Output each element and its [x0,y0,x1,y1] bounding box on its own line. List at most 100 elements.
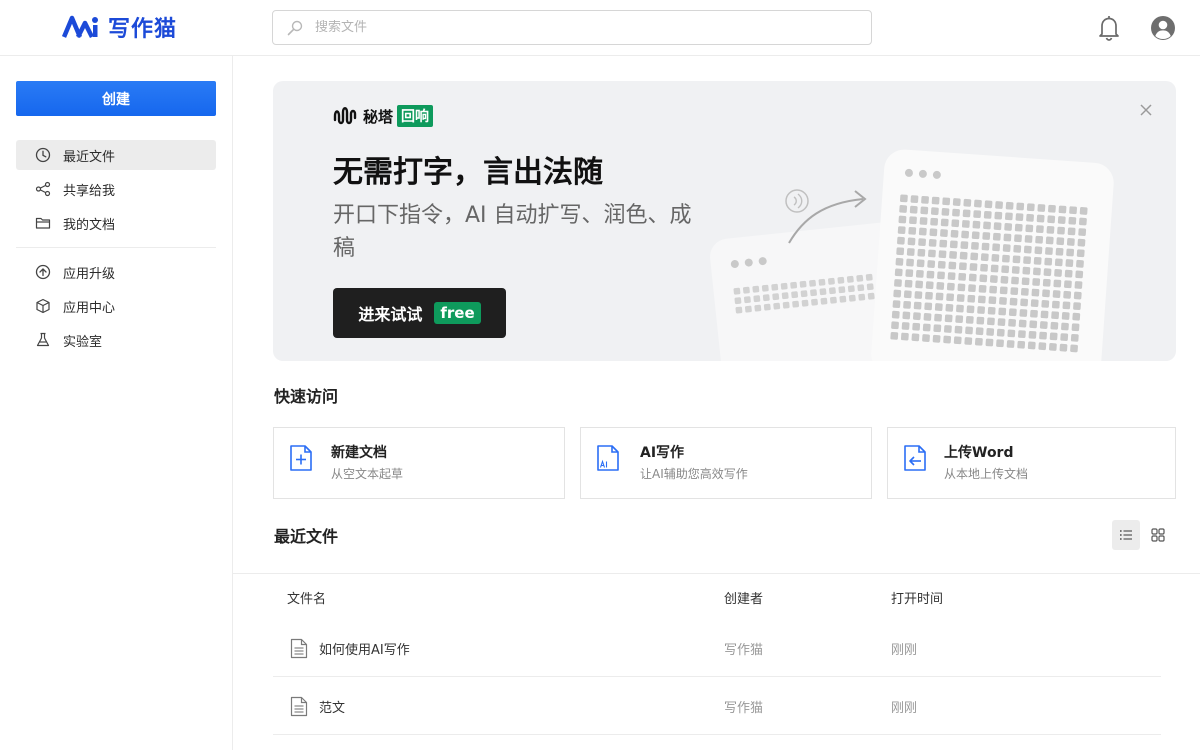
create-button[interactable]: 创建 [16,81,216,116]
sidebar-item-upgrade[interactable]: 应用升级 [16,257,216,287]
illustration-dot [1037,204,1046,212]
file-creator: 写作猫 [724,643,764,658]
illustration-dot [1064,280,1072,289]
list-view-button[interactable] [1112,520,1140,550]
waveform-icon [333,107,357,125]
illustration-dot [867,292,875,300]
illustration-dot [936,282,945,290]
quick-card-new-doc[interactable]: 新建文档 从空文本起草 [273,427,565,499]
new-doc-icon [290,445,312,471]
sidebar-item-recent[interactable]: 最近文件 [16,140,216,170]
illustration-dot [1045,247,1053,255]
illustration-dot [1050,321,1059,330]
illustration-dot [1020,298,1029,307]
app-logo[interactable]: 写作猫 [62,11,177,43]
illustration-dot [937,260,946,269]
illustration-dot [966,305,975,314]
file-name[interactable]: 如何使用AI写作 [319,639,410,658]
quick-card-ai-writing[interactable]: AI写作 让AI辅助您高效写作 [580,427,872,499]
illustration-dot [1042,289,1050,298]
illustration-dot [976,316,985,325]
grid-view-icon [1151,528,1165,542]
file-opened-time: 刚刚 [891,643,918,658]
illustration-dot [1056,237,1065,246]
banner-illustration [710,149,1114,361]
illustration-dot [977,306,986,314]
cube-icon [36,298,50,314]
illustration-dot [968,273,977,282]
banner-title: 无需打字，言出法随 [333,155,603,190]
illustration-dot [829,296,837,304]
grid-view-button[interactable] [1144,520,1172,550]
illustration-dot [894,279,902,287]
illustration-dot [970,252,979,261]
illustration-dot [941,208,950,216]
illustration-dot [928,249,936,258]
sidebar-item-my-docs[interactable]: 我的文档 [16,208,216,238]
close-icon[interactable] [1139,103,1153,117]
illustration-dot [1026,203,1035,212]
illustration-dot [912,322,921,331]
bell-icon[interactable] [1097,15,1121,41]
column-header-opened[interactable]: 打开时间 [891,588,943,607]
folder-icon [35,217,51,229]
illustration-dot [763,303,771,311]
illustration-dot [943,335,952,344]
illustration-dot [919,217,928,225]
illustration-dot [1011,276,1019,285]
quick-card-upload-word[interactable]: 上传Word 从本地上传文档 [887,427,1176,499]
illustration-dot [971,231,980,240]
illustration-dot [946,282,955,291]
illustration-dot [1072,312,1081,321]
illustration-dot [1022,266,1031,275]
illustration-dot [963,198,972,207]
try-now-button[interactable]: 进来试试 free [333,288,506,338]
illustration-dot [892,300,901,309]
user-avatar-icon[interactable] [1150,15,1176,41]
illustration-dot [1013,244,1022,253]
illustration-dot [983,221,991,230]
illustration-dot [1067,227,1076,236]
illustration-dot [1002,244,1011,252]
illustration-dot [893,289,902,298]
search-box[interactable] [272,10,872,45]
illustration-dot [903,300,911,309]
illustration-dot [1007,329,1016,338]
recent-files-title: 最近文件 [274,527,339,546]
promo-banner: 秘塔 回响 无需打字，言出法随 开口下指令，AI 自动扩写、润色、成稿 进来试试… [273,81,1176,361]
table-row[interactable]: 范文 写作猫 刚刚 [273,677,1161,735]
illustration-dot [891,310,900,319]
illustration-dot [911,333,920,342]
illustration-dot [1060,333,1069,342]
sidebar-item-shared[interactable]: 共享给我 [16,174,216,204]
illustration-dot [1017,340,1026,349]
illustration-dot [999,286,1008,295]
column-header-name[interactable]: 文件名 [287,588,326,607]
app-name: 写作猫 [108,16,178,42]
illustration-dot [959,262,967,271]
illustration-dot [1027,341,1036,350]
sidebar-item-app-center[interactable]: 应用中心 [16,291,216,321]
sidebar-item-lab[interactable]: 实验室 [16,325,216,355]
illustration-dot [1048,204,1056,213]
illustration-dot [956,294,965,302]
illustration-dot [838,286,846,294]
illustration-dot [772,293,780,301]
column-header-creator[interactable]: 创建者 [724,588,763,607]
illustration-dot [890,331,899,340]
search-input[interactable] [315,20,835,35]
illustration-dot [1012,255,1021,264]
illustration-dot [994,211,1003,220]
illustration-dot [1078,228,1087,237]
illustration-dot [944,314,953,323]
illustration-dot [891,321,899,330]
illustration-dot [986,328,995,336]
illustration-dot [1052,290,1061,298]
file-name[interactable]: 范文 [319,697,345,716]
illustration-dot [1016,202,1025,211]
search-icon [287,20,303,35]
illustration-dot [1055,247,1064,256]
illustration-dot [1010,287,1019,296]
illustration-dot [773,302,781,310]
table-row[interactable]: 如何使用AI写作 写作猫 刚刚 [273,619,1161,677]
